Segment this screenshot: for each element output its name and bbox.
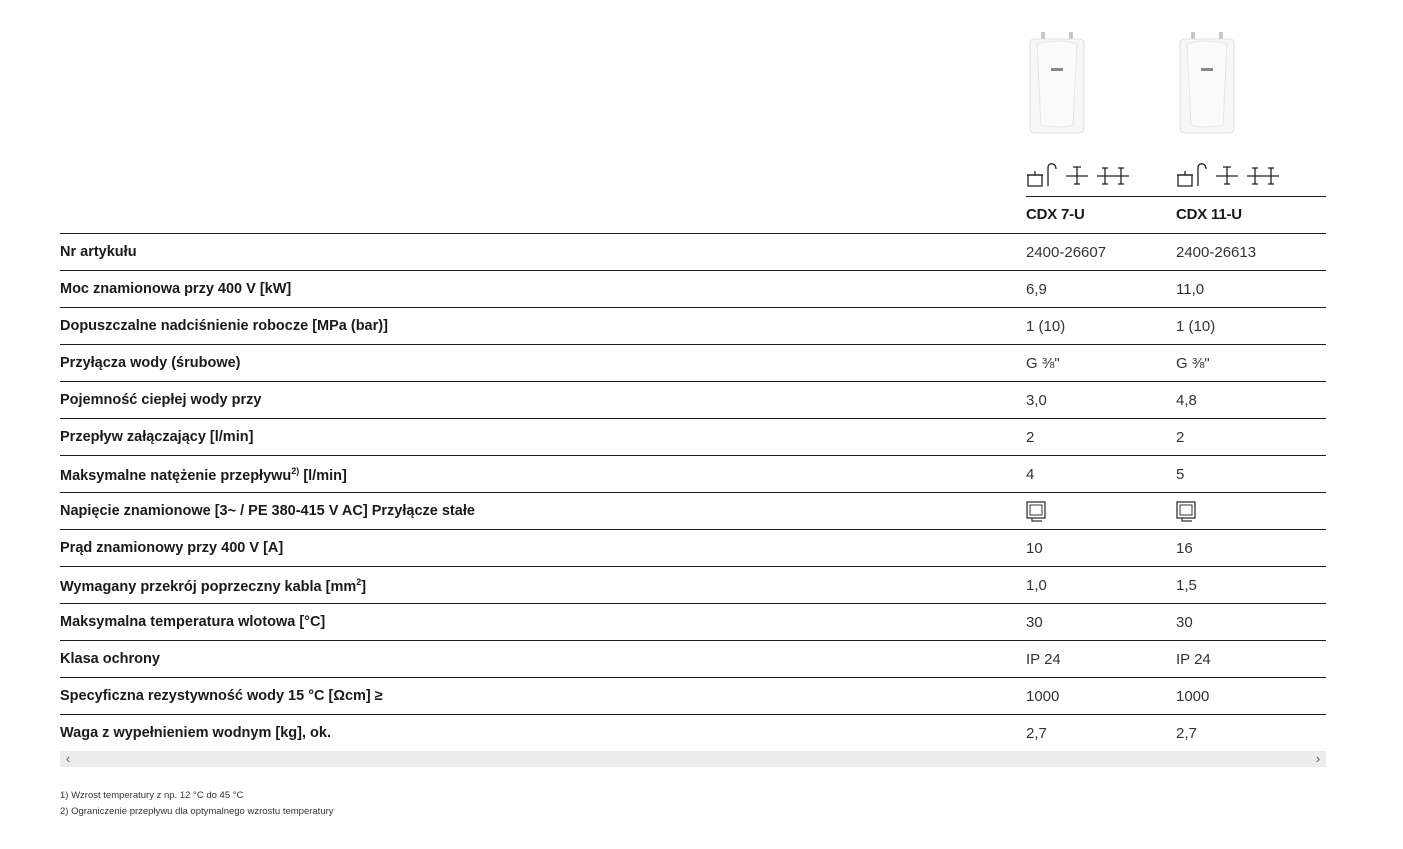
single-tap-icon — [1066, 166, 1088, 185]
row-value: 5 — [1176, 466, 1185, 483]
table-row: Dopuszczalne nadciśnienie robocze [MPa (… — [60, 308, 1326, 345]
row-value: 1,0 — [1026, 577, 1047, 594]
single-tap-icon — [1216, 166, 1238, 185]
row-value: 2,7 — [1026, 725, 1047, 742]
table-row: Moc znamionowa przy 400 V [kW] 6,9 11,0 — [60, 271, 1326, 308]
double-tap-icon — [1247, 167, 1279, 185]
table-row: Waga z wypełnieniem wodnym [kg], ok. 2,7 2… — [60, 715, 1326, 752]
row-label: Nr artykułu — [60, 244, 137, 260]
usage-icons — [1026, 162, 1136, 188]
row-label: Maksymalne natężenie przepływu2) [l/min] — [60, 466, 347, 484]
double-tap-icon — [1097, 167, 1129, 185]
model-name-cdx11: CDX 11-U — [1176, 206, 1242, 223]
row-value: 4 — [1026, 466, 1035, 483]
row-label: Napięcie znamionowe [3~ / PE 380-415 V A… — [60, 503, 475, 519]
water-heater-image — [1027, 30, 1087, 136]
fixed-connection-icon — [1026, 501, 1046, 523]
scroll-left-arrow-icon[interactable]: ‹ — [60, 751, 76, 767]
table-row: Napięcie znamionowe [3~ / PE 380-415 V A… — [60, 493, 1326, 530]
row-label: Moc znamionowa przy 400 V [kW] — [60, 281, 292, 297]
horizontal-scrollbar[interactable]: ‹ › — [60, 751, 1326, 767]
row-label-text: Maksymalne natężenie przepływu — [60, 467, 292, 484]
usage-icons — [1176, 162, 1286, 188]
table-row: Specyficzna rezystywność wody 15 °C [Ωcm… — [60, 678, 1326, 715]
row-value: 2400-26607 — [1026, 244, 1107, 261]
row-value: 2,7 — [1176, 725, 1197, 742]
model-name-cdx7: CDX 7-U — [1026, 206, 1085, 223]
table-row: Przepływ załączający [l/min] 2 2 — [60, 419, 1326, 456]
row-value: IP 24 — [1176, 651, 1211, 668]
footnote-2: 2) Ograniczenie przepływu dla optymalneg… — [60, 806, 334, 817]
header-divider — [1026, 196, 1326, 197]
row-value: 16 — [1176, 540, 1193, 557]
row-value: 2400-26613 — [1176, 244, 1257, 261]
table-row: Prąd znamionowy przy 400 V [A] 10 16 — [60, 530, 1326, 567]
fixed-connection-icon — [1176, 501, 1196, 523]
row-label: Waga z wypełnieniem wodnym [kg], ok. — [60, 725, 331, 741]
table-row: Przyłącza wody (śrubowe) G ⅜" G ⅜" — [60, 345, 1326, 382]
row-value: 10 — [1026, 540, 1043, 557]
row-label-unit: [l/min] — [303, 467, 347, 484]
row-value: 3,0 — [1026, 392, 1047, 409]
row-value: G ⅜" — [1026, 355, 1060, 372]
row-label: Przyłącza wody (śrubowe) — [60, 355, 241, 371]
row-label: Przepływ załączający [l/min] — [60, 429, 254, 445]
row-value: G ⅜" — [1176, 355, 1210, 372]
row-label: Klasa ochrony — [60, 651, 160, 667]
row-label: Dopuszczalne nadciśnienie robocze [MPa (… — [60, 318, 388, 334]
row-value: 1 (10) — [1176, 318, 1216, 335]
table-row: Pojemność ciepłej wody przy 3,0 4,8 — [60, 382, 1326, 419]
table-row: Maksymalne natężenie przepływu2) [l/min]… — [60, 456, 1326, 493]
row-label: Pojemność ciepłej wody przy — [60, 392, 262, 408]
row-value: 1,5 — [1176, 577, 1197, 594]
row-value: 11,0 — [1176, 281, 1205, 298]
row-value: 6,9 — [1026, 281, 1047, 298]
row-value: 2 — [1026, 429, 1035, 446]
row-label: Wymagany przekrój poprzeczny kabla [mm2] — [60, 577, 366, 595]
row-value: 1000 — [1026, 688, 1060, 705]
table-row: Klasa ochrony IP 24 IP 24 — [60, 641, 1326, 678]
row-value: 2 — [1176, 429, 1185, 446]
row-value: 30 — [1026, 614, 1043, 631]
scroll-right-arrow-icon[interactable]: › — [1310, 751, 1326, 767]
row-label-text: Wymagany przekrój poprzeczny kabla [mm — [60, 578, 357, 595]
row-label: Prąd znamionowy przy 400 V [A] — [60, 540, 284, 556]
table-row: Maksymalna temperatura wlotowa [°C] 30 30 — [60, 604, 1326, 641]
row-value: 30 — [1176, 614, 1193, 631]
water-heater-image — [1177, 30, 1237, 136]
footnote-ref: 2) — [291, 466, 300, 476]
kitchen-pot-icon — [1027, 163, 1057, 187]
row-value: 1000 — [1176, 688, 1210, 705]
row-value: IP 24 — [1026, 651, 1061, 668]
table-row: Wymagany przekrój poprzeczny kabla [mm2]… — [60, 567, 1326, 604]
kitchen-pot-icon — [1177, 163, 1207, 187]
table-row: Nr artykułu 2400-26607 2400-26613 — [60, 234, 1326, 271]
footnote-1: 1) Wzrost temperatury z np. 12 °C do 45 … — [60, 790, 244, 801]
row-label: Specyficzna rezystywność wody 15 °C [Ωcm… — [60, 688, 383, 704]
row-label-unit: ] — [361, 578, 367, 595]
row-value: 1 (10) — [1026, 318, 1066, 335]
row-value: 4,8 — [1176, 392, 1197, 409]
row-label: Maksymalna temperatura wlotowa [°C] — [60, 614, 326, 630]
